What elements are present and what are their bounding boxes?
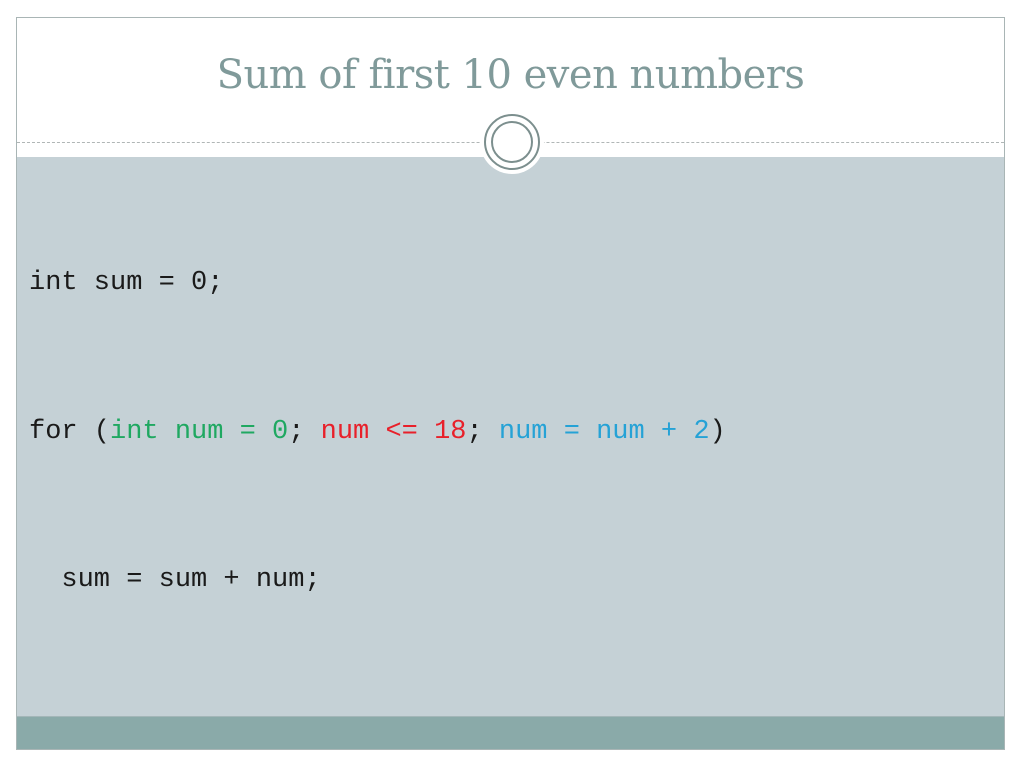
separator-1: ; [288, 416, 321, 447]
code-line-3: sum = sum + num; [29, 565, 321, 595]
slide-title: Sum of first 10 even numbers [216, 52, 805, 98]
for-keyword: for ( [29, 416, 111, 447]
separator-2: ; [466, 416, 499, 447]
close-paren: ) [709, 416, 726, 447]
slide-footer-bar [17, 716, 1004, 749]
code-block: int sum = 0; for (int num = 0; num <= 18… [29, 160, 726, 655]
code-line-1: int sum = 0; [29, 268, 224, 298]
code-line-2: for (int num = 0; num <= 18; num = num +… [29, 408, 726, 458]
circle-ornament-inner [491, 121, 533, 163]
loop-update: num = num + 2 [498, 416, 710, 447]
loop-condition: num <= 18 [320, 416, 467, 447]
loop-init: int num = 0 [110, 416, 289, 447]
